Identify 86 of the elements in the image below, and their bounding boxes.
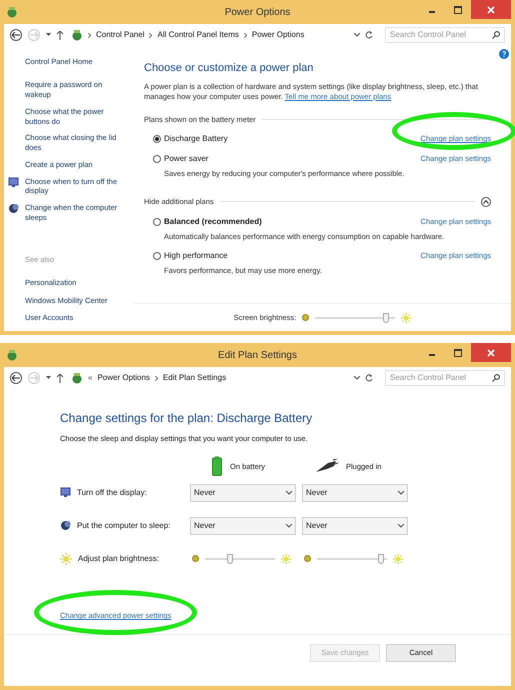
maximize-icon [454,6,462,14]
radio-button[interactable] [153,218,161,226]
dropdown-chevron-icon [354,376,360,380]
address-field[interactable]: « Power Options Edit Plan Settings [69,369,373,387]
collapse-button[interactable] [481,196,491,207]
dropdown[interactable]: Never [190,516,296,535]
chevron-right-icon [154,376,158,380]
dim-sun-icon [304,555,311,562]
back-arrow-icon [12,375,20,381]
up-arrow-icon [57,374,63,382]
moon-icon [8,203,19,214]
dropdown-chevron-icon [398,490,404,495]
search-placeholder: Search Control Panel [390,372,466,384]
control-panel-icon [71,29,83,41]
back-button[interactable] [10,29,22,41]
search-icon [492,374,500,382]
monitor-icon [8,176,19,188]
slider-thumb[interactable] [382,312,389,322]
brightness-slider[interactable] [317,554,387,564]
sun-icon [401,312,412,322]
sun-icon [393,554,403,564]
up-arrow-icon [57,30,63,40]
back-button[interactable] [10,372,22,384]
close-icon [487,348,495,356]
refresh-icon [365,31,373,39]
dropdown-chevron-icon [286,490,292,495]
sun-icon [60,552,72,565]
address-field[interactable]: Control Panel All Control Panel Items Power Options [69,26,373,44]
dropdown-chevron-icon [354,33,360,37]
breadcrumb[interactable]: Control Panel [96,29,144,41]
window-title: Power Options [224,6,290,20]
maximize-icon [454,348,462,356]
breadcrumb[interactable]: All Control Panel Items [157,29,239,41]
battery-icon [212,456,222,476]
close-button[interactable] [471,343,511,362]
breadcrumb-overflow[interactable]: « [88,372,92,384]
radio-button[interactable] [153,135,161,143]
page-heading: Change settings for the plan: Discharge Battery [60,410,314,427]
chevron-right-icon [149,32,152,38]
plan-name[interactable]: Discharge Battery [164,133,228,145]
page-heading: Choose or customize a power plan [144,61,314,76]
chevron-right-icon [244,32,247,38]
setting-label: Adjust plan brightness: [78,552,159,565]
breadcrumb[interactable]: Power Options [252,29,304,41]
monitor-icon [60,487,71,498]
dropdown[interactable]: Never [302,484,408,502]
dropdown-chevron-icon [286,524,292,528]
help-icon[interactable] [499,49,509,59]
forward-arrow-icon [30,32,38,38]
close-button[interactable] [471,0,511,19]
search-placeholder: Search Control Panel [390,29,466,41]
setting-label: Put the computer to sleep: [77,520,170,532]
close-icon [487,6,495,14]
brightness-slider[interactable] [205,554,275,564]
dropdown[interactable]: Never [302,516,408,535]
setting-label: Turn off the display: [77,486,147,499]
breadcrumb[interactable]: Power Options [97,372,150,384]
dropdown-caret-icon [46,33,51,37]
radio-button[interactable] [153,155,161,163]
control-panel-icon [6,6,18,18]
plan-name[interactable]: Power saver [164,153,208,165]
dropdown-caret-icon [46,376,51,380]
control-panel-icon [6,349,18,361]
plan-name[interactable]: High performance [164,250,228,262]
refresh-icon [365,374,373,382]
forward-arrow-icon [30,375,38,381]
dropdown[interactable]: Never [190,484,296,502]
chevron-up-icon [483,200,489,204]
chevron-right-icon [88,32,91,38]
sun-icon [281,554,291,564]
dim-sun-icon [192,555,199,562]
dropdown-chevron-icon [398,524,404,528]
dim-sun-icon [302,314,310,321]
radio-button[interactable] [153,252,161,260]
breadcrumb[interactable]: Edit Plan Settings [162,372,226,384]
control-panel-icon [71,372,83,384]
back-arrow-icon [12,32,20,38]
power-plug-icon [316,459,338,474]
question-mark-icon [502,51,506,57]
search-icon [492,31,500,39]
window-title: Edit Plan Settings [218,348,297,362]
slider-thumb[interactable] [226,554,232,564]
slider-thumb[interactable] [378,554,384,564]
brightness-slider[interactable] [315,312,396,322]
moon-icon [60,520,71,532]
plan-name[interactable]: Balanced (recommended) [164,216,262,228]
